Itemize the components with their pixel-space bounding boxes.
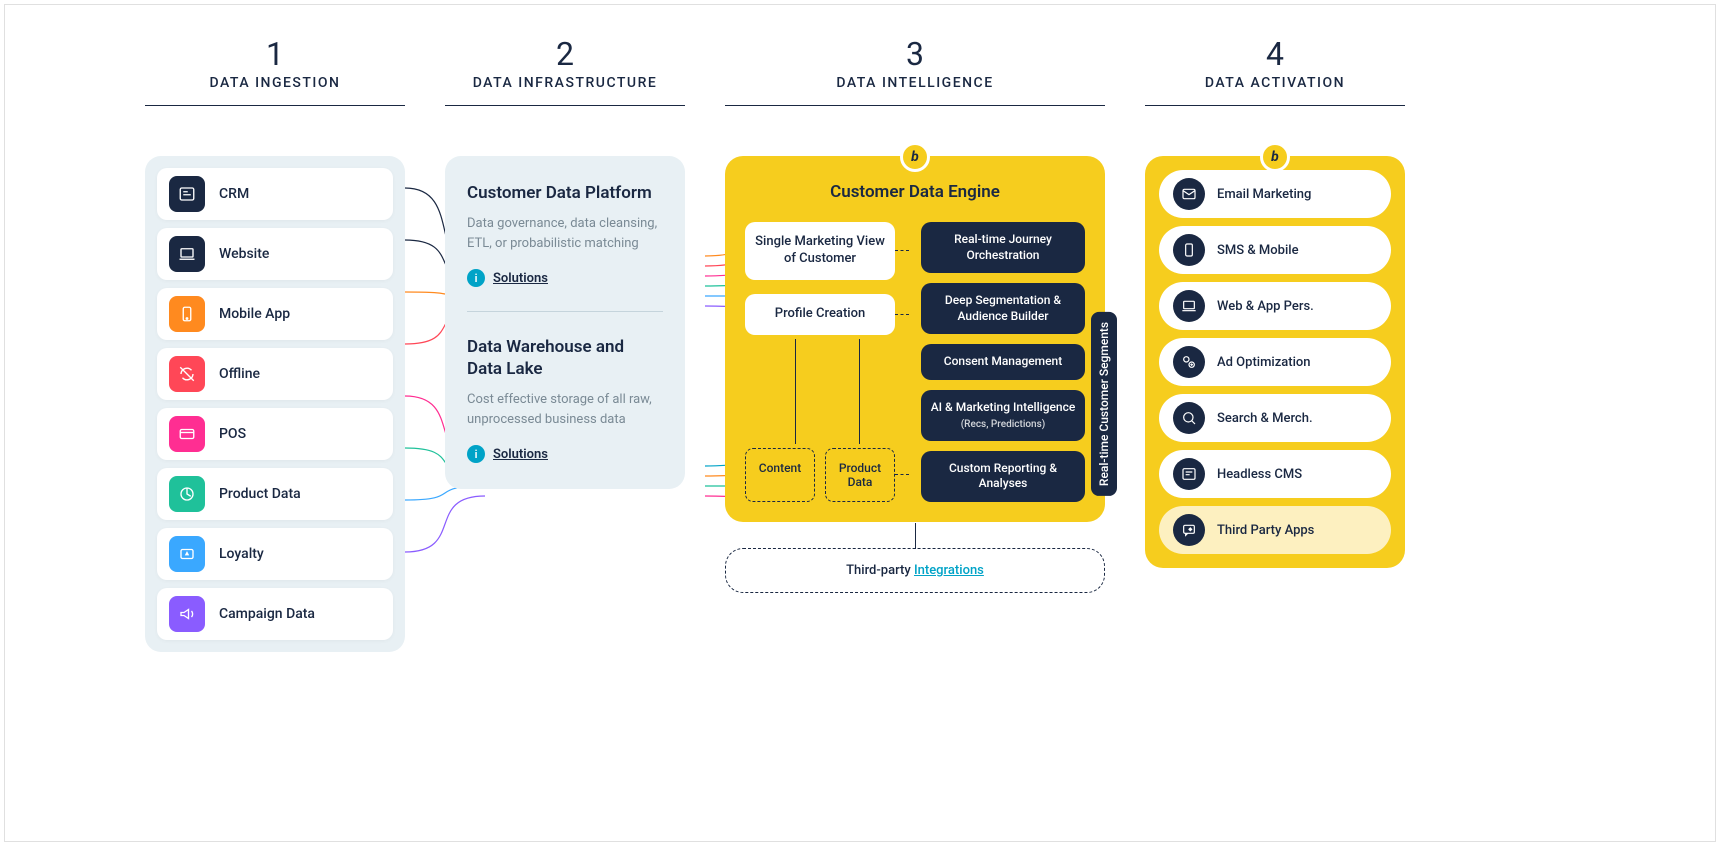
cdp-solutions-link[interactable]: Solutions — [493, 271, 548, 286]
ingestion-item-card: POS — [157, 408, 393, 460]
brand-badge-icon: b — [1260, 142, 1290, 172]
loyalty-icon — [169, 536, 205, 572]
segments-label: Real-time Customer Segments — [1091, 312, 1117, 496]
infrastructure-panel: Customer Data Platform Data governance, … — [445, 156, 685, 489]
activation-label: Web & App Pers. — [1217, 299, 1314, 314]
ingestion-label: CRM — [219, 186, 249, 202]
ingestion-item-product: Product Data — [157, 468, 393, 520]
activation-item-phone: SMS & Mobile — [1159, 226, 1391, 274]
search-icon — [1173, 402, 1205, 434]
engine-capability-1: Deep Segmentation & Audience Builder — [921, 283, 1085, 334]
activation-item-ad: Ad Optimization — [1159, 338, 1391, 386]
ingestion-label: Campaign Data — [219, 606, 315, 622]
activation-label: Third Party Apps — [1217, 523, 1314, 538]
activation-label: Email Marketing — [1217, 187, 1311, 202]
ingestion-panel: CRM Website Mobile App Offline POS Product Da… — [145, 156, 405, 652]
engine-left-0: Single Marketing View of Customer — [745, 222, 895, 280]
engine-capability-2: Consent Management — [921, 344, 1085, 380]
activation-item-cms: Headless CMS — [1159, 450, 1391, 498]
info-icon: i — [467, 445, 485, 463]
chat-icon — [1173, 514, 1205, 546]
engine-capability-3: AI & Marketing Intelligence(Recs, Predic… — [921, 390, 1085, 441]
activation-item-search: Search & Merch. — [1159, 394, 1391, 442]
ingestion-item-offline: Offline — [157, 348, 393, 400]
dw-solutions-link[interactable]: Solutions — [493, 447, 548, 462]
stage-headers: 1DATA INGESTION 2DATA INFRASTRUCTURE 3DA… — [145, 35, 1575, 106]
header-2: 2DATA INFRASTRUCTURE — [445, 35, 685, 106]
cdp-title: Customer Data Platform — [467, 182, 663, 204]
engine-content-box: Content — [745, 448, 815, 502]
cdp-desc: Data governance, data cleansing, ETL, or… — [467, 214, 663, 253]
ingestion-item-crm: CRM — [157, 168, 393, 220]
ingestion-label: POS — [219, 426, 246, 442]
ingestion-label: Website — [219, 246, 269, 262]
ingestion-label: Loyalty — [219, 546, 264, 562]
engine-product-box: Product Data — [825, 448, 895, 502]
engine-title: Customer Data Engine — [745, 182, 1085, 202]
ingestion-label: Product Data — [219, 486, 301, 502]
engine-capability-4: Custom Reporting & Analyses — [921, 451, 1085, 502]
dw-desc: Cost effective storage of all raw, unpro… — [467, 390, 663, 429]
mail-icon — [1173, 178, 1205, 210]
laptop-icon — [169, 236, 205, 272]
product-icon — [169, 476, 205, 512]
activation-panel: b Email MarketingSMS & MobileWeb & App P… — [1145, 156, 1405, 568]
ingestion-label: Offline — [219, 366, 260, 382]
ingestion-item-speaker: Campaign Data — [157, 588, 393, 640]
ingestion-label: Mobile App — [219, 306, 290, 322]
third-party-integrations-box: Third-party Integrations — [725, 548, 1105, 593]
activation-label: SMS & Mobile — [1217, 243, 1299, 258]
cms-icon — [1173, 458, 1205, 490]
speaker-icon — [169, 596, 205, 632]
ingestion-item-mobile: Mobile App — [157, 288, 393, 340]
card-icon — [169, 416, 205, 452]
ingestion-item-laptop: Website — [157, 228, 393, 280]
activation-label: Ad Optimization — [1217, 355, 1311, 370]
offline-icon — [169, 356, 205, 392]
phone-icon — [1173, 234, 1205, 266]
integrations-link[interactable]: Integrations — [914, 563, 984, 578]
header-3: 3DATA INTELLIGENCE — [725, 35, 1105, 106]
activation-item-laptop2: Web & App Pers. — [1159, 282, 1391, 330]
header-4: 4DATA ACTIVATION — [1145, 35, 1405, 106]
engine-left-1: Profile Creation — [745, 294, 895, 335]
activation-label: Headless CMS — [1217, 467, 1302, 482]
activation-label: Search & Merch. — [1217, 411, 1313, 426]
activation-item-mail: Email Marketing — [1159, 170, 1391, 218]
ingestion-item-loyalty: Loyalty — [157, 528, 393, 580]
laptop2-icon — [1173, 290, 1205, 322]
engine-capability-0: Real-time Journey Orchestration — [921, 222, 1085, 273]
crm-icon — [169, 176, 205, 212]
header-1: 1DATA INGESTION — [145, 35, 405, 106]
info-icon: i — [467, 269, 485, 287]
engine-panel: b Customer Data Engine Single Marketing … — [725, 156, 1105, 522]
dw-title: Data Warehouse and Data Lake — [467, 336, 663, 380]
brand-badge-icon: b — [900, 142, 930, 172]
ad-icon — [1173, 346, 1205, 378]
activation-item-chat: Third Party Apps — [1159, 506, 1391, 554]
mobile-icon — [169, 296, 205, 332]
